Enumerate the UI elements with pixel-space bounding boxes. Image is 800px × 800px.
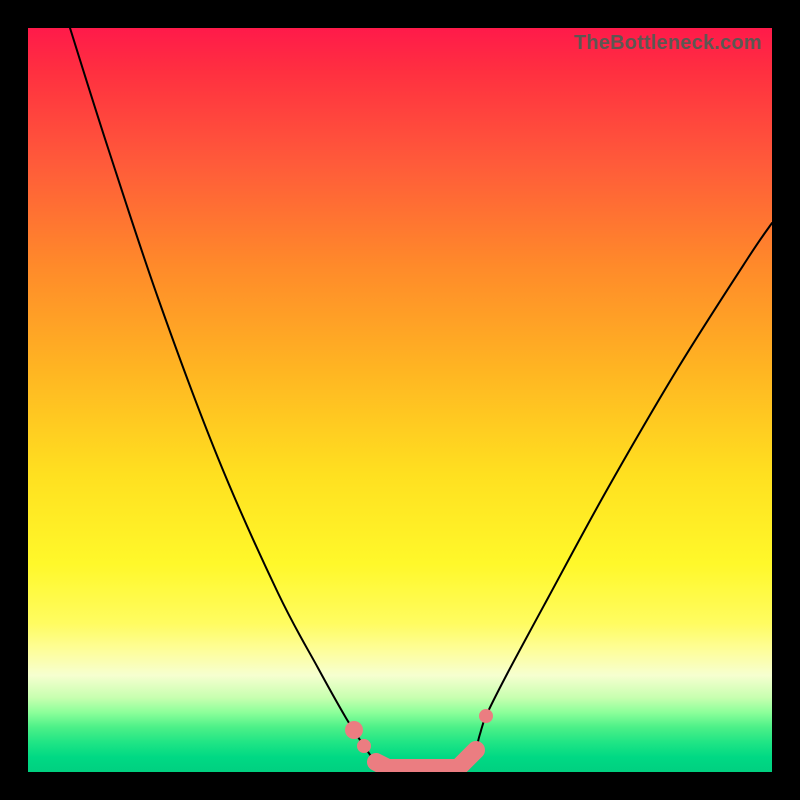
chart-plot-area: TheBottleneck.com [28, 28, 772, 772]
annotation-dot [479, 709, 493, 723]
chart-overlay [28, 28, 772, 772]
annotation-dot [357, 739, 371, 753]
annotation-pill [458, 750, 476, 768]
bottleneck-curve [70, 28, 772, 769]
annotation-dot [345, 721, 363, 739]
chart-annotations [345, 709, 493, 768]
